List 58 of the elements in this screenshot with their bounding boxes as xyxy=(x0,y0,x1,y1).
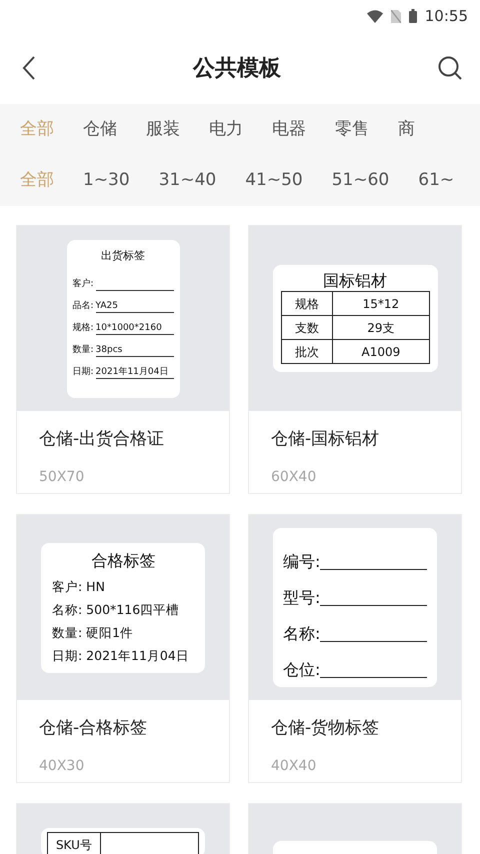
template-card[interactable]: 出货标签 客户: 品名: YA25 规格: 10*1000*2160 数量: 38pcs 日期: 2021年11月04日 仓储-出货合格证 50X70 xyxy=(16,225,230,494)
table-cell: A1009 xyxy=(332,340,429,364)
label-heading: 合格标签 xyxy=(90,550,156,572)
size-tab[interactable]: 51~60 xyxy=(332,168,390,194)
field-label: 编号: xyxy=(283,551,320,573)
field-value: 2021年11月04日 xyxy=(96,367,174,379)
template-card[interactable]: 编号: 型号: 名称: 仓位: 仓储-货物标签 40X40 xyxy=(248,514,462,783)
size-tab[interactable]: 61~ xyxy=(418,168,454,194)
field-label: 客户: xyxy=(72,278,94,290)
category-tab[interactable]: 仓储 xyxy=(83,116,117,142)
page-title: 公共模板 xyxy=(193,54,281,82)
category-tab[interactable]: 电力 xyxy=(209,116,243,142)
field-value: YA25 xyxy=(96,301,174,313)
field-label: 品名: xyxy=(72,300,94,312)
back-icon[interactable] xyxy=(22,56,36,80)
field-label: 规格: xyxy=(72,322,94,334)
no-sim-icon xyxy=(390,10,401,22)
label-field: 名称: 500*116四平槽 xyxy=(52,598,195,620)
table-cell: 15*12 xyxy=(332,292,429,316)
category-tab[interactable]: 服装 xyxy=(146,116,180,142)
table-cell: 批次 xyxy=(281,340,333,364)
label-heading: 出货标签 xyxy=(100,248,146,264)
battery-icon xyxy=(408,9,417,23)
template-card[interactable]: 国标铝材 规格 15*12 支数 29支 批次 A1009 仓储-国标铝材 60X40 xyxy=(248,225,462,494)
category-tab[interactable]: 商 xyxy=(398,116,415,142)
field-label: 仓位: xyxy=(283,659,320,681)
table-cell: 规格 xyxy=(281,292,333,316)
template-card[interactable]: 合格标签 客户: HN 名称: 500*116四平槽 数量: 硬阳1件 日期: 2021年11月04日 仓储-合格标签 40X30 xyxy=(16,514,230,783)
category-tab[interactable]: 零售 xyxy=(335,116,369,142)
template-size: 40X40 xyxy=(271,756,318,776)
size-tab[interactable]: 31~40 xyxy=(158,168,216,194)
label-field: 数量: 硬阳1件 xyxy=(52,620,195,644)
field-value: 38pcs xyxy=(96,345,174,357)
template-size: 60X40 xyxy=(271,468,318,486)
template-size: 40X30 xyxy=(39,756,86,776)
wifi-icon xyxy=(366,10,383,22)
status-time: 10:55 xyxy=(424,6,468,27)
label-heading: 国标铝材 xyxy=(322,271,388,291)
table-cell: SKU号 xyxy=(48,832,100,854)
template-title: 仓储-国标铝材 xyxy=(271,428,380,451)
field-label: 名称: xyxy=(283,623,320,645)
table-cell: 支数 xyxy=(281,316,333,340)
template-card[interactable]: SKU号 xyxy=(16,803,230,854)
template-title: 仓储-货物标签 xyxy=(271,717,380,740)
field-label: 型号: xyxy=(283,587,320,609)
template-size: 50X70 xyxy=(39,468,86,486)
table-cell: 29支 xyxy=(332,316,429,340)
template-title: 仓储-出货合格证 xyxy=(39,428,166,451)
label-field: 日期: 2021年11月04日 xyxy=(52,644,195,666)
size-tab[interactable]: 1~30 xyxy=(83,168,130,194)
field-label: 日期: xyxy=(72,366,94,378)
field-label: 数量: xyxy=(72,344,94,356)
field-value: 10*1000*2160 xyxy=(96,323,174,335)
size-tab[interactable]: 41~50 xyxy=(245,168,303,194)
template-title: 仓储-合格标签 xyxy=(39,717,148,740)
category-tab[interactable]: 电器 xyxy=(272,116,306,142)
label-field: 客户: HN xyxy=(52,574,195,598)
search-icon[interactable] xyxy=(438,56,462,80)
